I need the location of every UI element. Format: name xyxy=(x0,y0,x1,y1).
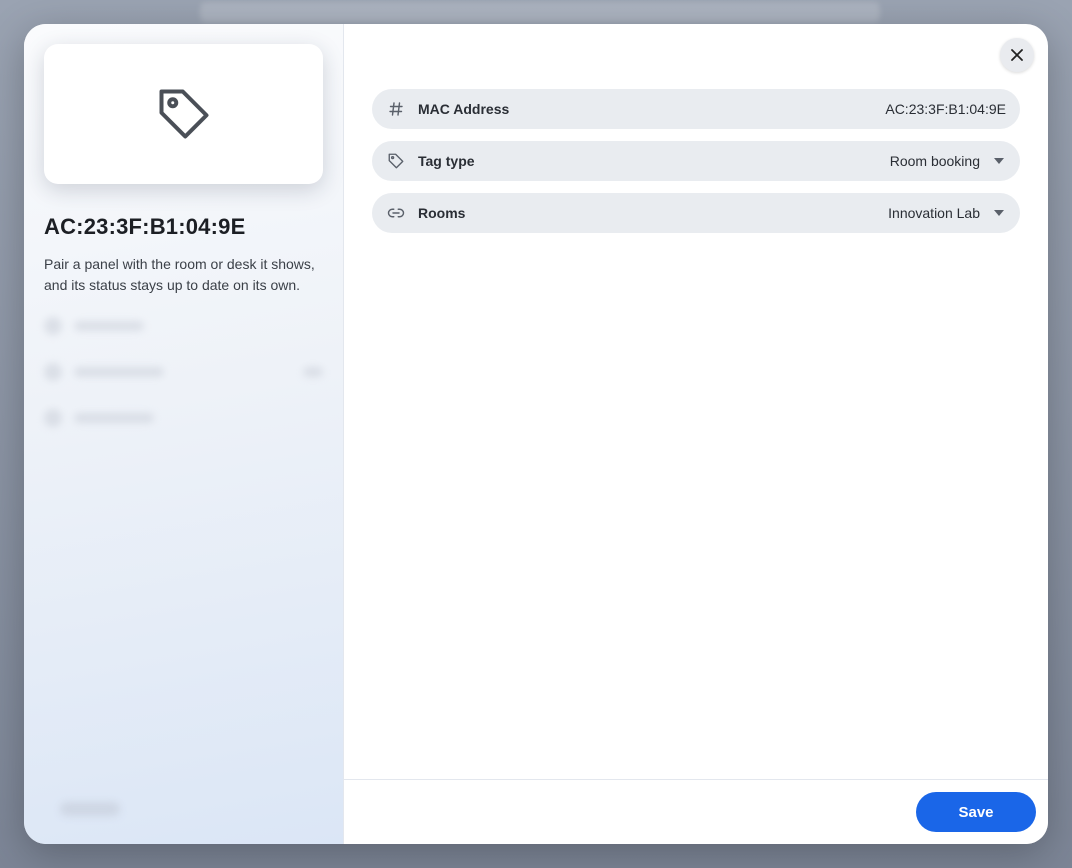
device-dialog: AC:23:3F:B1:04:9E Pair a panel with the … xyxy=(24,24,1048,844)
tag-icon xyxy=(159,89,208,139)
rooms-label: Rooms xyxy=(418,205,466,221)
hash-icon xyxy=(386,99,406,119)
blurred-row xyxy=(44,314,323,338)
background-header-blur xyxy=(200,2,880,22)
link-icon xyxy=(386,203,406,223)
device-fields: MAC Address AC:23:3F:B1:04:9E Tag type R… xyxy=(372,89,1020,245)
device-title: AC:23:3F:B1:04:9E xyxy=(44,214,246,239)
chevron-down-icon xyxy=(992,154,1006,168)
device-summary-panel: AC:23:3F:B1:04:9E Pair a panel with the … xyxy=(24,24,344,844)
mac-address-value: AC:23:3F:B1:04:9E xyxy=(885,101,1006,117)
dialog-footer: Save xyxy=(344,779,1048,844)
device-description: Pair a panel with the room or desk it sh… xyxy=(44,256,315,293)
rooms-value: Innovation Lab xyxy=(888,205,980,221)
device-hero-card xyxy=(44,44,323,184)
blurred-footer-item xyxy=(60,802,120,816)
tag-type-select[interactable]: Tag type Room booking xyxy=(372,141,1020,181)
tag-type-value: Room booking xyxy=(889,153,980,169)
mac-address-label: MAC Address xyxy=(418,101,510,117)
tag-icon xyxy=(386,151,406,171)
close-icon xyxy=(1011,49,1023,61)
tag-type-label: Tag type xyxy=(418,153,475,169)
blurred-row xyxy=(44,406,323,430)
rooms-select[interactable]: Rooms Innovation Lab xyxy=(372,193,1020,233)
blurred-details-list xyxy=(44,314,323,430)
blurred-row xyxy=(44,360,323,384)
mac-address-field: MAC Address AC:23:3F:B1:04:9E xyxy=(372,89,1020,129)
device-form-panel: MAC Address AC:23:3F:B1:04:9E Tag type R… xyxy=(344,24,1048,844)
chevron-down-icon xyxy=(992,206,1006,220)
close-button[interactable] xyxy=(1000,38,1034,72)
save-button[interactable]: Save xyxy=(916,792,1036,832)
